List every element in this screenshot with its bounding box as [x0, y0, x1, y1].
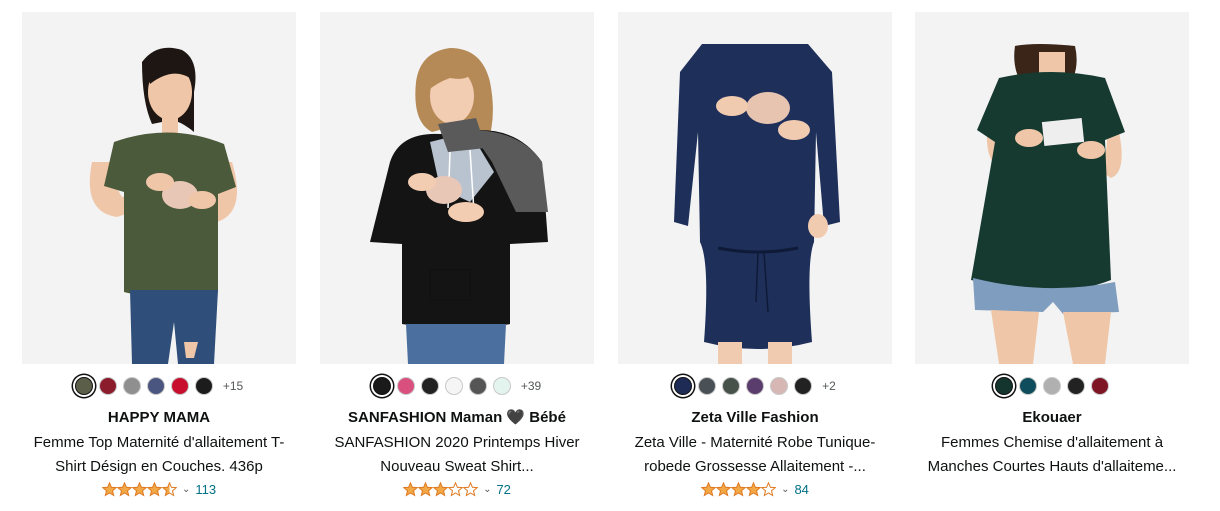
rating-stars[interactable]: [403, 482, 479, 497]
color-swatch[interactable]: [372, 377, 391, 395]
rating-stars[interactable]: [101, 482, 177, 497]
product-image[interactable]: [22, 12, 296, 364]
product-rating[interactable]: ⌄ 84: [618, 482, 892, 497]
chevron-down-icon[interactable]: ⌄: [483, 484, 491, 495]
product-image[interactable]: [915, 12, 1189, 364]
color-swatch[interactable]: [794, 377, 813, 395]
color-swatch[interactable]: [74, 377, 93, 395]
color-swatch[interactable]: [995, 377, 1013, 395]
product-image[interactable]: [320, 12, 594, 364]
color-swatches: [915, 375, 1189, 397]
color-swatches: +2: [618, 375, 892, 397]
star-icon: [418, 482, 434, 497]
color-swatch[interactable]: [1019, 377, 1037, 395]
chevron-down-icon[interactable]: ⌄: [781, 484, 789, 495]
product-rating[interactable]: ⌄ 72: [320, 482, 594, 497]
color-swatch[interactable]: [1067, 377, 1085, 395]
color-swatch[interactable]: [1091, 377, 1109, 395]
star-icon: [116, 482, 132, 497]
product-rating[interactable]: ⌄ 113: [22, 482, 296, 497]
color-swatch[interactable]: [122, 377, 141, 395]
product-card[interactable]: +2 Zeta Ville Fashion Zeta Ville - Mater…: [618, 12, 892, 507]
product-card[interactable]: Ekouaer Femmes Chemise d'allaitement à M…: [915, 12, 1189, 507]
star-icon: [701, 482, 717, 497]
color-swatch[interactable]: [396, 377, 415, 395]
color-swatch[interactable]: [746, 377, 765, 395]
star-empty-icon: [761, 482, 777, 497]
star-icon: [101, 482, 117, 497]
star-half-icon: [161, 482, 177, 497]
color-swatch[interactable]: [194, 377, 213, 395]
star-empty-icon: [463, 482, 479, 497]
color-swatch[interactable]: [444, 377, 463, 395]
color-swatch[interactable]: [1043, 377, 1061, 395]
product-brand[interactable]: Zeta Ville Fashion: [618, 408, 892, 428]
rating-stars[interactable]: [701, 482, 777, 497]
star-icon: [146, 482, 162, 497]
product-title[interactable]: SANFASHION 2020 Printemps Hiver Nouveau …: [324, 431, 590, 479]
color-swatches: +15: [22, 375, 296, 397]
product-title[interactable]: Zeta Ville - Maternité Robe Tunique-robe…: [622, 431, 888, 479]
product-title[interactable]: Femmes Chemise d'allaitement à Manches C…: [919, 431, 1185, 479]
product-card[interactable]: +15 HAPPY MAMA Femme Top Maternité d'all…: [22, 12, 296, 507]
star-icon: [403, 482, 419, 497]
more-colors-link[interactable]: +2: [822, 379, 836, 393]
color-swatch[interactable]: [468, 377, 487, 395]
star-icon: [131, 482, 147, 497]
review-count[interactable]: 113: [195, 482, 216, 497]
product-photo-model: [22, 12, 296, 364]
star-icon: [731, 482, 747, 497]
color-swatch[interactable]: [674, 377, 693, 395]
chevron-down-icon[interactable]: ⌄: [182, 484, 190, 495]
product-brand[interactable]: SANFASHION Maman 🖤 Bébé: [320, 408, 594, 428]
more-colors-link[interactable]: +39: [521, 379, 541, 393]
more-colors-link[interactable]: +15: [223, 379, 243, 393]
color-swatch[interactable]: [98, 377, 117, 395]
product-brand[interactable]: Ekouaer: [915, 408, 1189, 428]
product-title[interactable]: Femme Top Maternité d'allaitement T-Shir…: [26, 431, 292, 479]
color-swatch[interactable]: [420, 377, 439, 395]
product-photo-model: [618, 12, 892, 364]
product-photo-model: [320, 12, 594, 364]
star-icon: [746, 482, 762, 497]
color-swatch[interactable]: [146, 377, 165, 395]
color-swatches: +39: [320, 375, 594, 397]
star-empty-icon: [448, 482, 464, 497]
color-swatch[interactable]: [698, 377, 717, 395]
review-count[interactable]: 84: [794, 482, 808, 497]
product-image[interactable]: [618, 12, 892, 364]
product-grid: +15 HAPPY MAMA Femme Top Maternité d'all…: [0, 0, 1220, 511]
star-icon: [716, 482, 732, 497]
product-photo-model: [915, 12, 1189, 364]
color-swatch[interactable]: [770, 377, 789, 395]
color-swatch[interactable]: [492, 377, 511, 395]
color-swatch[interactable]: [170, 377, 189, 395]
product-brand[interactable]: HAPPY MAMA: [22, 408, 296, 428]
color-swatch[interactable]: [722, 377, 741, 395]
review-count[interactable]: 72: [496, 482, 510, 497]
product-card[interactable]: +39 SANFASHION Maman 🖤 Bébé SANFASHION 2…: [320, 12, 594, 507]
star-icon: [433, 482, 449, 497]
